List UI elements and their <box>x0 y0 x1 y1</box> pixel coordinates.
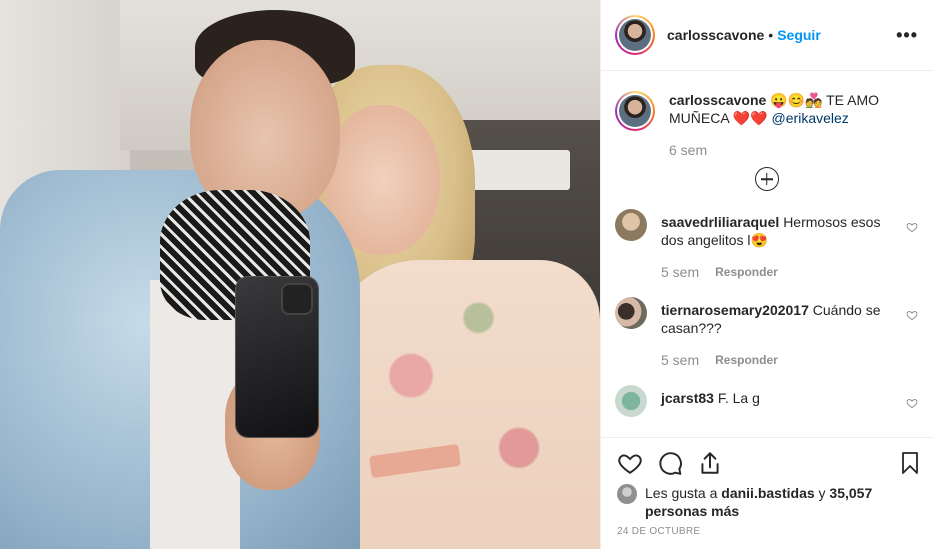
instagram-post: carlosscavone • Seguir ••• carlosscavone… <box>0 0 934 549</box>
comment-item: tiernarosemary202017 Cuándo se casan??? … <box>615 297 918 369</box>
post-photo[interactable] <box>0 0 600 549</box>
reply-button[interactable]: Responder <box>715 351 778 369</box>
header-separator: • <box>768 27 774 43</box>
bookmark-icon[interactable] <box>898 450 922 476</box>
follow-button[interactable]: Seguir <box>777 27 821 43</box>
caption: carlosscavone 😛😊💑 TE AMO MUÑECA ❤️❤️ @er… <box>615 91 918 159</box>
heart-icon[interactable] <box>617 450 643 476</box>
author-username[interactable]: carlosscavone <box>667 27 764 43</box>
liker-avatar[interactable] <box>617 484 637 504</box>
comment-username[interactable]: tiernarosemary202017 <box>661 302 809 318</box>
photo-woman-dress <box>330 260 600 549</box>
comment-icon[interactable] <box>657 450 683 476</box>
comment-item: saavedrliliaraquel Hermosos esos dos ang… <box>615 209 918 281</box>
author-avatar-image <box>619 19 651 51</box>
photo-phone-camera <box>281 283 313 315</box>
likes-joiner: y <box>814 485 830 501</box>
action-bar <box>601 437 934 487</box>
caption-mention[interactable]: @erikavelez <box>772 110 849 126</box>
comments-section[interactable]: carlosscavone 😛😊💑 TE AMO MUÑECA ❤️❤️ @er… <box>601 71 934 437</box>
post-sidebar: carlosscavone • Seguir ••• carlosscavone… <box>600 0 934 549</box>
heart-icon[interactable] <box>906 309 918 321</box>
reply-button[interactable]: Responder <box>715 263 778 281</box>
commenter-avatar[interactable] <box>615 209 647 241</box>
likes-summary: Les gusta a danii.bastidas y 35,057 pers… <box>601 484 934 520</box>
author-avatar[interactable] <box>615 15 655 55</box>
caption-username[interactable]: carlosscavone <box>669 92 766 108</box>
heart-icon[interactable] <box>906 397 918 409</box>
load-more-comments <box>615 167 918 191</box>
post-header: carlosscavone • Seguir ••• <box>601 0 934 71</box>
post-date[interactable]: 24 DE OCTUBRE <box>601 526 934 537</box>
commenter-avatar[interactable] <box>615 297 647 329</box>
caption-avatar-image <box>619 95 651 127</box>
comment-text: F. La g <box>717 390 760 406</box>
more-options-icon[interactable]: ••• <box>896 25 918 46</box>
comment-age[interactable]: 5 sem <box>661 351 699 369</box>
heart-icon[interactable] <box>906 221 918 233</box>
plus-circle-icon[interactable] <box>754 167 779 191</box>
share-icon[interactable] <box>697 450 723 476</box>
caption-avatar[interactable] <box>615 91 655 131</box>
liker-username[interactable]: danii.bastidas <box>721 485 814 501</box>
likes-prefix: Les gusta a <box>645 485 722 501</box>
comment-username[interactable]: saavedrliliaraquel <box>661 214 779 230</box>
comment-item: jcarst83 F. La g <box>615 385 918 417</box>
comment-age[interactable]: 5 sem <box>661 263 699 281</box>
comment-username[interactable]: jcarst83 <box>661 390 714 406</box>
commenter-avatar[interactable] <box>615 385 647 417</box>
caption-age[interactable]: 6 sem <box>669 141 707 159</box>
